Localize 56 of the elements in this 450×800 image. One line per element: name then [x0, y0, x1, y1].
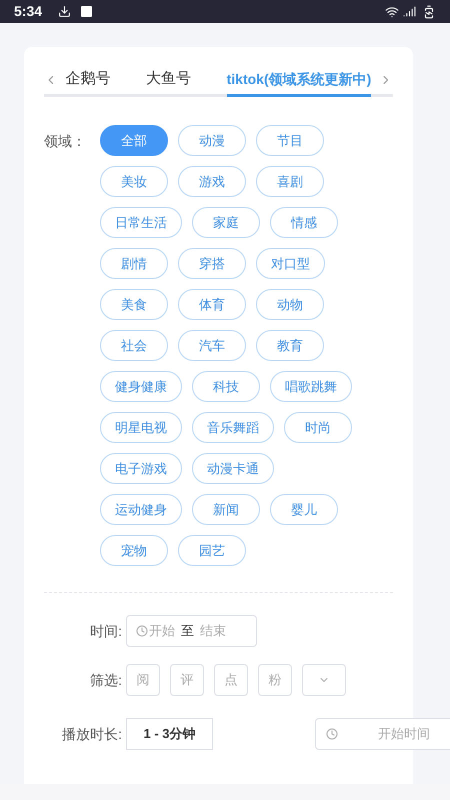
category-tag[interactable]: 新闻: [192, 494, 260, 525]
filter-option[interactable]: 阅: [126, 664, 160, 696]
time-label: 时间:: [89, 622, 123, 640]
category-tag[interactable]: 唱歌跳舞: [270, 371, 352, 402]
category-tag[interactable]: 游戏: [178, 166, 246, 197]
category-tag[interactable]: 音乐舞蹈: [192, 412, 274, 443]
duration-label: 播放时长:: [61, 724, 123, 744]
signal-icon: [403, 5, 416, 18]
start-time-field[interactable]: 开始时间: [315, 718, 450, 750]
filter-option[interactable]: 评: [170, 664, 204, 696]
category-tag[interactable]: 社会: [100, 330, 168, 361]
filter-option[interactable]: 点: [214, 664, 248, 696]
category-tag[interactable]: 运动健身: [100, 494, 182, 525]
tab[interactable]: tiktok(领域系统更新中): [226, 65, 372, 97]
category-tag[interactable]: 动物: [256, 289, 324, 320]
category-tag[interactable]: 喜剧: [256, 166, 324, 197]
category-tag[interactable]: 家庭: [192, 207, 260, 238]
category-tag[interactable]: 动漫卡通: [192, 453, 274, 484]
tab[interactable]: 大鱼号: [146, 64, 227, 96]
category-tag[interactable]: 穿搭: [178, 248, 246, 279]
category-tag[interactable]: 时尚: [284, 412, 352, 443]
category-tag[interactable]: 全部: [100, 125, 168, 156]
wifi-icon: [385, 4, 399, 18]
category-tag[interactable]: 电子游戏: [100, 453, 182, 484]
category-tag[interactable]: 婴儿: [270, 494, 338, 525]
category-tag[interactable]: 汽车: [178, 330, 246, 361]
filter-option[interactable]: 粉: [258, 664, 292, 696]
status-time: 5:34: [14, 2, 42, 21]
battery-icon: [422, 4, 436, 18]
clock-icon: [326, 728, 338, 740]
category-tag[interactable]: 科技: [192, 371, 260, 402]
category-tag[interactable]: 动漫: [178, 125, 246, 156]
category-tag[interactable]: 美妆: [100, 166, 168, 197]
domain-label: 领域：: [44, 132, 87, 151]
clock-icon: [136, 625, 148, 637]
end-placeholder: 结束: [200, 622, 226, 640]
category-tag[interactable]: 情感: [270, 207, 338, 238]
category-tag[interactable]: 体育: [178, 289, 246, 320]
download-icon: [58, 5, 72, 18]
category-tag[interactable]: 节目: [256, 125, 324, 156]
category-tag[interactable]: 剧情: [100, 248, 168, 279]
category-tag[interactable]: 教育: [256, 330, 324, 361]
category-tag[interactable]: 健身健康: [100, 371, 182, 402]
category-tag[interactable]: 日常生活: [100, 207, 182, 238]
duration-select[interactable]: 1 - 3分钟: [126, 718, 213, 750]
category-tag[interactable]: 宠物: [100, 535, 168, 566]
category-tag[interactable]: 对口型: [256, 248, 325, 279]
category-tag[interactable]: 美食: [100, 289, 168, 320]
start-time-placeholder: 开始时间: [378, 725, 430, 744]
date-range-field[interactable]: 开始 至 结束: [126, 615, 257, 647]
tab[interactable]: 企鹅号: [66, 64, 146, 96]
category-tag[interactable]: 园艺: [178, 535, 246, 566]
start-placeholder: 开始: [149, 622, 175, 640]
range-separator: 至: [181, 622, 194, 640]
category-tag[interactable]: 明星电视: [100, 412, 182, 443]
filter-label: 筛选:: [89, 670, 123, 690]
